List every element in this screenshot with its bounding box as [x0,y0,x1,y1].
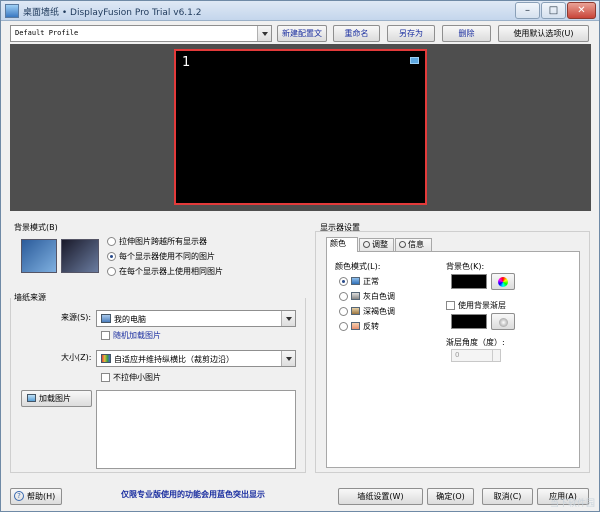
pro-notice: 仅限专业版使用的功能会用蓝色突出显示 [121,490,265,499]
gradient-checkbox[interactable] [446,301,455,310]
bg-mode-radio-same[interactable] [107,267,116,276]
color-mode-sepia-label: 深褐色调 [363,307,395,316]
random-load-checkbox[interactable] [101,331,110,340]
gradient-angle-value: 0 [455,351,460,359]
tab-info[interactable]: 信息 [395,238,432,252]
no-stretch-checkbox[interactable] [101,373,110,382]
ok-button[interactable]: 确定(O) [427,488,474,505]
watermark: 当下软件园 [549,499,595,509]
wallpaper-window: 桌面墙纸 • DisplayFusion Pro Trial v6.1.2 – … [0,0,600,512]
use-default-button[interactable]: 使用默认选项(U) [498,25,589,42]
maximize-button[interactable]: □ [541,2,566,19]
gradient-angle-spinner[interactable]: 0 [451,349,501,362]
tab-adjust[interactable]: 调整 [359,238,394,252]
color-mode-radio-grayscale[interactable] [339,292,348,301]
sepia-mode-icon [351,307,360,315]
bg-mode-label-stretch: 拉伸图片跨越所有显示器 [119,237,207,246]
normal-mode-icon [351,277,360,285]
color-wheel-icon [498,277,508,287]
tab-color[interactable]: 颜色 [326,237,358,252]
bg-color-label: 背景色(K): [446,262,485,271]
bg-mode-radio-different[interactable] [107,252,116,261]
load-image-button[interactable]: 加载图片 [21,390,92,407]
adjust-icon [363,241,370,248]
help-icon: ? [14,491,24,501]
invert-mode-icon [351,322,360,330]
app-icon [5,4,19,18]
tab-adjust-label: 调整 [372,240,388,249]
title-bar: 桌面墙纸 • DisplayFusion Pro Trial v6.1.2 – … [1,1,599,21]
new-profile-button[interactable]: 新建配置文 [277,25,327,42]
monitor-1-preview[interactable]: 1 [174,49,427,205]
help-label: 帮助(H) [27,492,56,501]
source-select[interactable]: 我的电脑 [96,310,296,327]
no-stretch-label: 不拉伸小图片 [113,373,161,382]
close-button[interactable]: ✕ [567,2,596,19]
save-as-profile-button[interactable]: 另存为 [387,25,435,42]
bg-color-swatch [451,274,487,289]
color-mode-invert-label: 反转 [363,322,379,331]
chevron-down-icon[interactable] [281,351,295,366]
color-mode-radio-normal[interactable] [339,277,348,286]
bg-mode-label-same: 在每个显示器上使用相同图片 [119,267,223,276]
computer-icon [101,314,111,323]
spinner-arrows-icon[interactable] [492,350,500,361]
window-title: 桌面墙纸 • DisplayFusion Pro Trial v6.1.2 [23,8,202,18]
grayscale-mode-icon [351,292,360,300]
earth-monitor-icon [21,239,57,273]
cancel-button[interactable]: 取消(C) [482,488,533,505]
monitor-icon [410,57,419,64]
bg-mode-radio-stretch[interactable] [107,237,116,246]
profile-select-value: Default Profile [15,29,79,37]
color-mode-normal-label: 正常 [363,277,379,286]
chevron-down-icon[interactable] [257,26,271,41]
background-mode-title: 背景模式(B) [14,223,58,232]
gradient-color-picker-button[interactable] [491,313,515,330]
color-dot-icon [499,318,508,327]
color-mode-radio-sepia[interactable] [339,307,348,316]
tab-info-label: 信息 [408,240,424,249]
fit-icon [101,354,111,363]
color-tab-panel: 颜色模式(L): 正常 灰白色调 深褐色调 反转 背景色(K): 使用背景渐层 … [326,251,580,468]
load-image-label: 加载图片 [39,394,71,403]
source-select-value: 我的电脑 [114,315,146,324]
color-mode-grayscale-label: 灰白色调 [363,292,395,301]
monitor-number: 1 [182,55,191,70]
galaxy-monitor-icon [61,239,99,273]
monitor-preview-area: 1 [10,44,591,211]
bg-color-picker-button[interactable] [491,273,515,290]
gradient-color-swatch [451,314,487,329]
size-select[interactable]: 自适应并维持纵横比（裁剪边沿） [96,350,296,367]
color-mode-label: 颜色模式(L): [335,262,381,271]
image-icon [27,394,36,402]
gradient-label: 使用背景渐层 [458,301,506,310]
info-icon [399,241,406,248]
rename-profile-button[interactable]: 重命名 [333,25,380,42]
minimize-button[interactable]: – [515,2,540,19]
size-label: 大小(Z): [61,353,92,362]
chevron-down-icon[interactable] [281,311,295,326]
random-load-label: 随机加载图片 [113,331,161,340]
color-mode-radio-invert[interactable] [339,322,348,331]
bg-mode-label-different: 每个显示器使用不同的图片 [119,252,215,261]
image-list[interactable] [96,390,296,469]
gradient-angle-label: 渐层角度（度）: [446,338,505,347]
wallpaper-settings-button[interactable]: 墙纸设置(W) [338,488,423,505]
size-select-value: 自适应并维持纵横比（裁剪边沿） [114,355,234,364]
source-label: 来源(S): [61,313,92,322]
help-button[interactable]: ? 帮助(H) [10,488,62,505]
delete-profile-button[interactable]: 删除 [442,25,491,42]
profile-select[interactable]: Default Profile [10,25,272,42]
